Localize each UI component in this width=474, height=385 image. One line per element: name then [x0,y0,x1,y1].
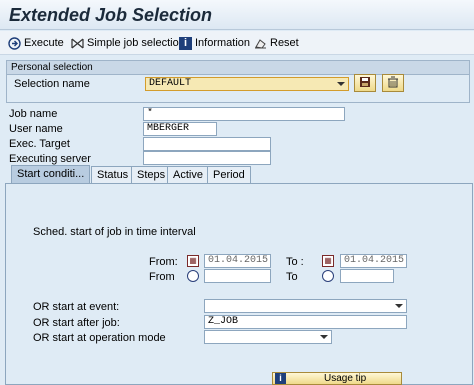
tab-start-conditions[interactable]: Start conditi... [11,165,91,183]
start-conditions-panel [5,183,473,385]
title-bar: Extended Job Selection [0,0,474,30]
delete-selection-button[interactable] [382,74,404,92]
usage-tip-label: Usage tip [324,373,367,384]
executing-server-field[interactable] [143,151,271,165]
information-label: Information [195,37,251,49]
tab-active[interactable]: Active [167,166,209,183]
user-name-field[interactable]: MBERGER [143,122,217,136]
execute-icon [8,36,21,50]
job-name-field[interactable]: * [143,107,345,121]
clock-icon[interactable] [187,270,199,282]
from-time-field[interactable] [204,269,271,283]
calendar-icon[interactable]: ▦ [187,255,199,267]
clock-icon[interactable] [322,270,334,282]
start-at-event-label: OR start at event: [33,301,120,313]
save-icon [359,76,371,91]
calendar-icon[interactable]: ▦ [322,255,334,267]
tab-status[interactable]: Status [91,166,135,183]
to-time-label: To [286,271,298,283]
tab-steps[interactable]: Steps [131,166,172,183]
selection-name-dropdown[interactable]: DEFAULT [145,77,349,91]
usage-tip-button[interactable]: i Usage tip [272,372,402,385]
to-date-field[interactable]: 01.04.2015 [340,254,407,268]
exec-target-label: Exec. Target [9,138,70,150]
delete-icon [387,76,399,91]
save-selection-button[interactable] [354,74,376,92]
information-button[interactable]: i Information [179,34,250,52]
personal-selection-group: Personal selection Selection name DEFAUL… [6,60,470,103]
execute-label: Execute [24,37,64,49]
information-icon: i [179,36,192,50]
simple-job-selection-label: Simple job selection [87,37,185,49]
start-after-job-label: OR start after job: [33,317,120,329]
exec-target-field[interactable] [143,137,271,151]
from-time-label: From [149,271,175,283]
selection-name-label: Selection name [14,78,90,90]
from-date-label: From: [149,256,178,268]
window-title: Extended Job Selection [9,5,213,25]
information-icon: i [275,373,286,384]
application-toolbar: Execute Simple job selection i Informati… [0,31,474,55]
execute-button[interactable]: Execute [8,34,64,52]
to-time-field[interactable] [340,269,394,283]
simple-selection-icon [71,37,84,50]
start-at-event-dropdown[interactable] [204,299,407,313]
selection-name-value: DEFAULT [149,78,192,89]
tab-period[interactable]: Period [207,166,251,183]
operation-mode-label: OR start at operation mode [33,332,166,344]
executing-server-label: Executing server [9,153,91,165]
chevron-down-icon[interactable] [337,82,345,86]
user-name-label: User name [9,123,63,135]
from-date-field[interactable]: 01.04.2015 [204,254,271,268]
reset-icon [254,37,267,50]
simple-job-selection-button[interactable]: Simple job selection [71,34,185,52]
to-date-label: To : [286,256,304,268]
reset-label: Reset [270,37,299,49]
chevron-down-icon[interactable] [395,304,403,308]
start-after-job-field[interactable]: Z_JOB [204,315,407,329]
job-name-label: Job name [9,108,58,120]
chevron-down-icon[interactable] [320,335,328,339]
personal-selection-heading: Personal selection [7,61,469,75]
operation-mode-dropdown[interactable] [204,330,332,344]
reset-button[interactable]: Reset [254,34,299,52]
interval-description: Sched. start of job in time interval [33,226,196,238]
